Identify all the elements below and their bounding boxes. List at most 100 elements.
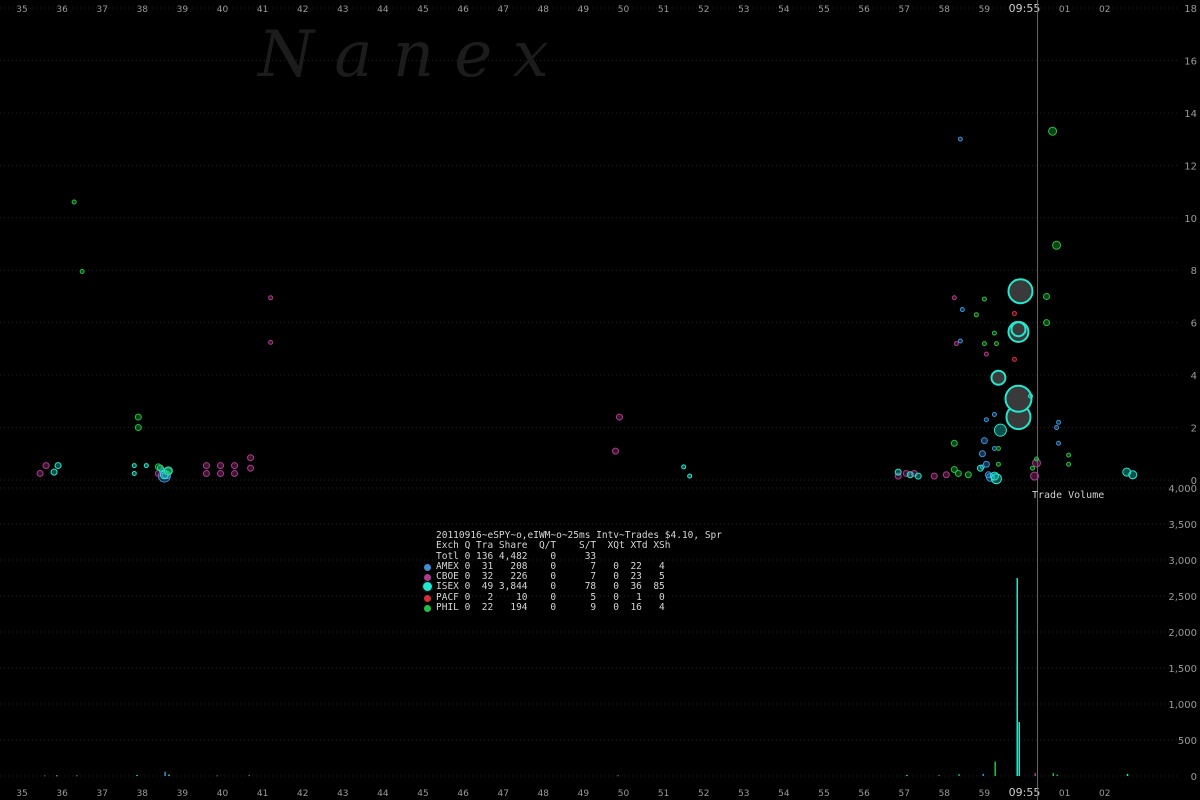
trade-point-isex [976, 464, 984, 472]
summary-row-phil: PHIL 0 22 194 0 9 0 16 4 [424, 602, 722, 613]
volume-tick-label: 1,500 [1168, 664, 1197, 675]
isex-dot-icon [422, 581, 433, 593]
volume-tick-label: 2,000 [1168, 628, 1197, 639]
volume-tick-label: 0 [1191, 772, 1197, 783]
trade-point-isex [990, 369, 1007, 386]
x-tick-label: 35 [16, 789, 27, 799]
trade-point-cboe [231, 469, 239, 477]
trade-point-phil [981, 296, 987, 302]
x-tick-label: 46 [457, 789, 469, 799]
trade-point-amex [983, 417, 989, 423]
trade-point-amex [991, 446, 997, 452]
x-tick-label: 02 [1099, 789, 1110, 799]
x-tick-label: 55 [818, 5, 829, 15]
trade-point-phil [1034, 456, 1040, 462]
trade-point-phil [1066, 452, 1072, 458]
trade-point-amex [957, 338, 963, 344]
trade-point-cboe [247, 464, 255, 472]
trade-point-phil [991, 330, 997, 336]
x-tick-label: 45 [417, 789, 428, 799]
x-tick-label: 52 [698, 789, 709, 799]
trade-point-cboe [202, 469, 210, 477]
trade-point-amex [959, 307, 965, 313]
volume-bar [168, 774, 170, 776]
volume-bar [1052, 773, 1055, 776]
volume-bar [216, 775, 218, 777]
trade-point-amex [1054, 425, 1060, 431]
x-tick-label: 37 [96, 5, 107, 15]
x-tick-label: 39 [177, 5, 189, 15]
volume-tick-label: 1,000 [1168, 700, 1197, 711]
trade-point-isex [894, 468, 902, 476]
trade-point-phil [1066, 461, 1072, 467]
volume-bar [44, 775, 46, 777]
trade-point-phil [79, 269, 85, 275]
trade-point-isex [131, 470, 137, 476]
volume-bar [938, 774, 940, 776]
trade-point-isex [143, 463, 149, 469]
trade-point-phil [954, 469, 962, 477]
trade-point-amex [991, 411, 997, 417]
trade-point-cboe [231, 462, 239, 470]
x-tick-label: 47 [497, 789, 508, 799]
trade-point-phil [995, 446, 1001, 452]
volume-bar [1018, 722, 1020, 776]
trade-point-isex [1010, 321, 1027, 338]
x-tick-label: 38 [137, 5, 149, 15]
x-tick-label: 42 [297, 5, 308, 15]
volume-bar [958, 774, 960, 776]
trade-point-isex [131, 463, 137, 469]
x-tick-label: 58 [939, 5, 951, 15]
volume-tick-label: 3,500 [1168, 520, 1197, 531]
volume-bar [906, 774, 908, 776]
current-time-label: 09:55 [1009, 2, 1041, 15]
x-tick-label: 58 [939, 789, 951, 799]
x-tick-label: 51 [658, 5, 669, 15]
x-tick-label: 43 [337, 789, 348, 799]
trade-point-isex [990, 473, 1002, 485]
cboe-dot-icon [424, 574, 431, 582]
volume-bar [994, 761, 996, 776]
x-tick-label: 01 [1059, 789, 1070, 799]
x-tick-label: 54 [778, 5, 790, 15]
y-axis-volume: 0 500 1,000 1,500 2,000 2,500 3,000 3,500 4,000 [1168, 484, 1197, 783]
x-tick-label: 42 [297, 789, 308, 799]
trade-point-phil [1048, 126, 1058, 136]
trade-point-phil [134, 413, 142, 421]
x-tick-label: 40 [217, 5, 229, 15]
volume-tick-label: 2,500 [1168, 592, 1197, 603]
volume-bar [248, 774, 251, 776]
trade-points [36, 126, 1138, 485]
volume-bar [1056, 774, 1059, 776]
x-tick-label: 02 [1099, 5, 1110, 15]
x-axis-bottom: 35 36 37 38 39 40 41 42 43 44 45 46 47 48 49 50 51 52 53 54… [16, 786, 1110, 799]
summary-table: 20110916~eSPY~o,eIWM~o~25ms Intv~Trades … [422, 530, 722, 613]
nanex-chart: N a n e x 35 36 37 38 39 40 41 42 43 44 45 46 47 48 49… [0, 0, 1197, 800]
x-tick-label: 59 [979, 5, 991, 15]
volume-bar [1126, 773, 1129, 776]
trade-point-phil [71, 199, 77, 205]
x-axis-top: 35 36 37 38 39 40 41 42 43 44 45 46 47 48 49 50 51 52 53 54… [16, 2, 1110, 15]
x-tick-label: 43 [337, 5, 348, 15]
trade-point-cboe [216, 462, 224, 470]
x-tick-label: 48 [538, 789, 550, 799]
y-tick-label: 10 [1184, 214, 1197, 225]
y-tick-label: 8 [1191, 266, 1197, 277]
x-tick-label: 49 [578, 789, 590, 799]
y-tick-label: 2 [1191, 424, 1197, 435]
x-tick-label: 51 [658, 789, 669, 799]
x-tick-label: 41 [257, 5, 268, 15]
trade-point-cboe [951, 295, 957, 301]
volume-bar [164, 771, 166, 776]
trade-point-cboe [983, 351, 989, 357]
y-tick-label: 4 [1191, 371, 1197, 382]
x-tick-label: 53 [738, 5, 749, 15]
x-tick-label: 36 [56, 5, 68, 15]
trade-point-phil [1043, 319, 1051, 327]
trade-point-cboe [202, 462, 210, 470]
y-tick-label: 6 [1191, 319, 1197, 330]
x-tick-label: 39 [177, 789, 189, 799]
trade-point-pacf [1011, 310, 1017, 316]
volume-bar [56, 775, 58, 777]
y-tick-label: 16 [1184, 56, 1197, 67]
